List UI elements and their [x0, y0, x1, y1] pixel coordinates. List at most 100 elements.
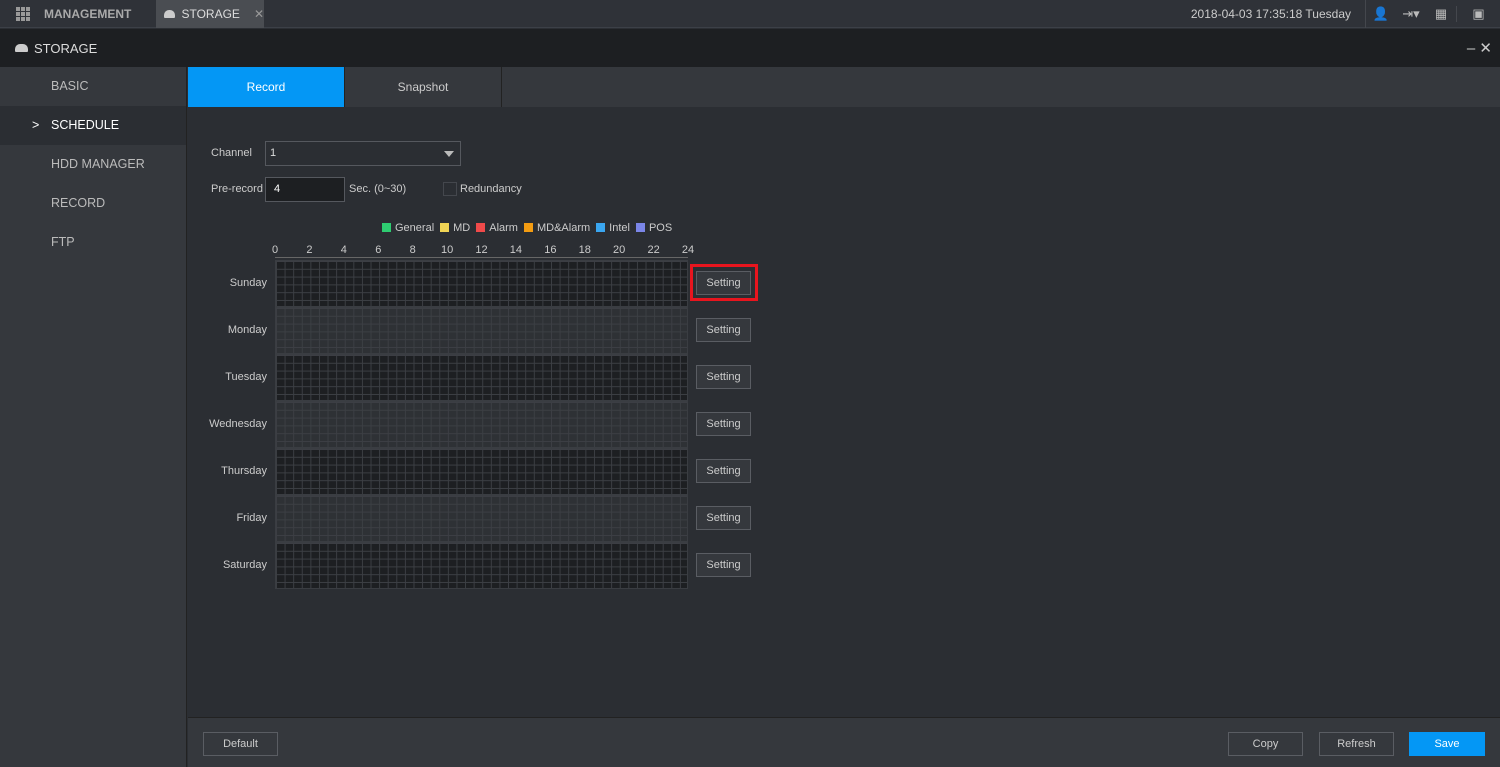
sidebar-item-label: RECORD [51, 196, 106, 210]
hour-tick-label: 4 [340, 244, 347, 256]
setting-button-monday[interactable]: Setting [696, 318, 751, 342]
day-label: Sunday [229, 277, 267, 289]
sidebar-item-label: FTP [51, 235, 75, 249]
setting-button-tuesday[interactable]: Setting [696, 365, 751, 389]
schedule-row-tuesday[interactable] [275, 354, 688, 401]
hour-tick-label: 10 [440, 244, 454, 256]
hour-tick-label: 22 [647, 244, 660, 256]
hour-tick-label: 16 [544, 244, 557, 256]
legend-label: Alarm [489, 222, 518, 234]
day-label: Thursday [221, 465, 267, 477]
user-icon[interactable]: 👤 [1366, 6, 1396, 22]
tab-management-label: MANAGEMENT [44, 7, 132, 21]
window-titlebar: STORAGE – ✕ [0, 29, 1500, 67]
save-button[interactable]: Save [1409, 732, 1485, 756]
hour-tick-label: 12 [475, 244, 488, 256]
dropdown-arrow-icon [444, 151, 454, 157]
qr-code-icon[interactable]: ▦ [1426, 6, 1456, 22]
sidebar: BASIC > SCHEDULE HDD MANAGER RECORD FTP [0, 67, 187, 767]
prerecord-label: Pre-record [211, 183, 263, 195]
channel-select[interactable]: 1 [265, 141, 461, 166]
hour-tick-label: 14 [509, 244, 523, 256]
sidebar-item-label: HDD MANAGER [51, 157, 145, 171]
page-title: STORAGE [34, 40, 98, 56]
hour-tick-label: 20 [613, 244, 626, 256]
schedule-row-thursday[interactable] [275, 448, 688, 495]
minimize-icon[interactable]: – [1467, 40, 1475, 57]
close-icon[interactable]: ✕ [1479, 40, 1492, 57]
hour-axis: 0 2 4 6 8 10 12 14 16 18 20 22 24 [271, 244, 694, 257]
tab-record[interactable]: Record [188, 67, 345, 107]
legend-label: Intel [609, 222, 630, 234]
chevron-right-icon: > [32, 118, 40, 132]
logout-icon[interactable]: ⇥▾ [1396, 6, 1426, 22]
legend-item: Intel [596, 222, 630, 234]
setting-button-friday[interactable]: Setting [696, 506, 751, 530]
schedule-row-sunday[interactable] [275, 260, 688, 307]
display-icon[interactable]: ▣ [1456, 6, 1500, 22]
redundancy-checkbox[interactable] [443, 182, 457, 196]
hour-tick-label: 8 [409, 244, 416, 256]
highlight-box [690, 264, 758, 301]
schedule-row-saturday[interactable] [275, 542, 688, 589]
legend-item: MD&Alarm [523, 222, 591, 234]
schedule-row-friday[interactable] [275, 495, 688, 542]
day-label: Saturday [222, 559, 267, 571]
sidebar-item-label: BASIC [51, 79, 89, 93]
hour-tick-label: 2 [306, 244, 313, 256]
legend-swatch [382, 223, 391, 232]
legend: General MD Alarm MD&Alarm Intel POS [382, 222, 672, 234]
window-controls: – ✕ [1467, 39, 1492, 57]
copy-button[interactable]: Copy [1228, 732, 1303, 756]
sidebar-item-schedule[interactable]: > SCHEDULE [0, 106, 186, 145]
legend-swatch [596, 223, 606, 232]
setting-button-saturday[interactable]: Setting [696, 553, 751, 577]
main-panel: Record Snapshot Channel 1 Pre-record 4 S… [188, 67, 1500, 717]
top-bar: MANAGEMENT STORAGE ✕ 2018-04-03 17:35:18 … [0, 0, 1500, 28]
schedule-row-monday[interactable] [275, 307, 688, 354]
redundancy-label: Redundancy [460, 183, 522, 195]
legend-swatch [440, 223, 450, 232]
hour-tick-label: 24 [681, 244, 695, 256]
legend-label: POS [648, 222, 673, 234]
prerecord-input[interactable]: 4 [265, 177, 345, 202]
apps-grid-icon [16, 7, 30, 21]
schedule-row-wednesday[interactable] [275, 401, 688, 448]
sidebar-item-basic[interactable]: BASIC [0, 67, 186, 106]
hdd-icon [15, 44, 28, 52]
hdd-icon [164, 10, 176, 18]
day-label: Friday [236, 512, 267, 524]
default-button[interactable]: Default [203, 732, 278, 756]
datetime: 2018-04-03 17:35:18 Tuesday [1191, 0, 1366, 28]
legend-swatch [523, 223, 533, 232]
footer: Default Copy Refresh Save [188, 717, 1500, 767]
refresh-button[interactable]: Refresh [1319, 732, 1394, 756]
legend-item: Alarm [476, 222, 518, 234]
close-tab-icon[interactable]: ✕ [254, 7, 264, 21]
sidebar-item-ftp[interactable]: FTP [0, 223, 186, 262]
day-label: Monday [227, 324, 267, 336]
sidebar-item-record[interactable]: RECORD [0, 184, 186, 223]
setting-button-thursday[interactable]: Setting [696, 459, 751, 483]
day-label: Wednesday [209, 418, 267, 430]
sidebar-item-hdd-manager[interactable]: HDD MANAGER [0, 145, 186, 184]
prerecord-unit: Sec. (0~30) [349, 183, 407, 195]
hour-tick-label: 6 [375, 244, 382, 256]
legend-label: General [395, 222, 435, 234]
legend-swatch [635, 223, 645, 232]
hour-tick-label: 0 [271, 244, 279, 256]
hour-tick-label: 18 [578, 244, 591, 256]
tab-management[interactable]: MANAGEMENT [0, 0, 152, 28]
legend-label: MD [453, 222, 471, 234]
tab-storage[interactable]: STORAGE ✕ [156, 0, 264, 28]
legend-item: POS [635, 222, 673, 234]
channel-label: Channel [211, 147, 252, 159]
legend-swatch [476, 223, 486, 232]
legend-item: General [382, 222, 434, 234]
setting-button-wednesday[interactable]: Setting [696, 412, 751, 436]
channel-value: 1 [270, 147, 277, 159]
tab-storage-label: STORAGE [181, 7, 240, 21]
tab-snapshot[interactable]: Snapshot [345, 67, 502, 107]
legend-label: MD&Alarm [536, 222, 591, 234]
day-label: Tuesday [225, 371, 267, 383]
